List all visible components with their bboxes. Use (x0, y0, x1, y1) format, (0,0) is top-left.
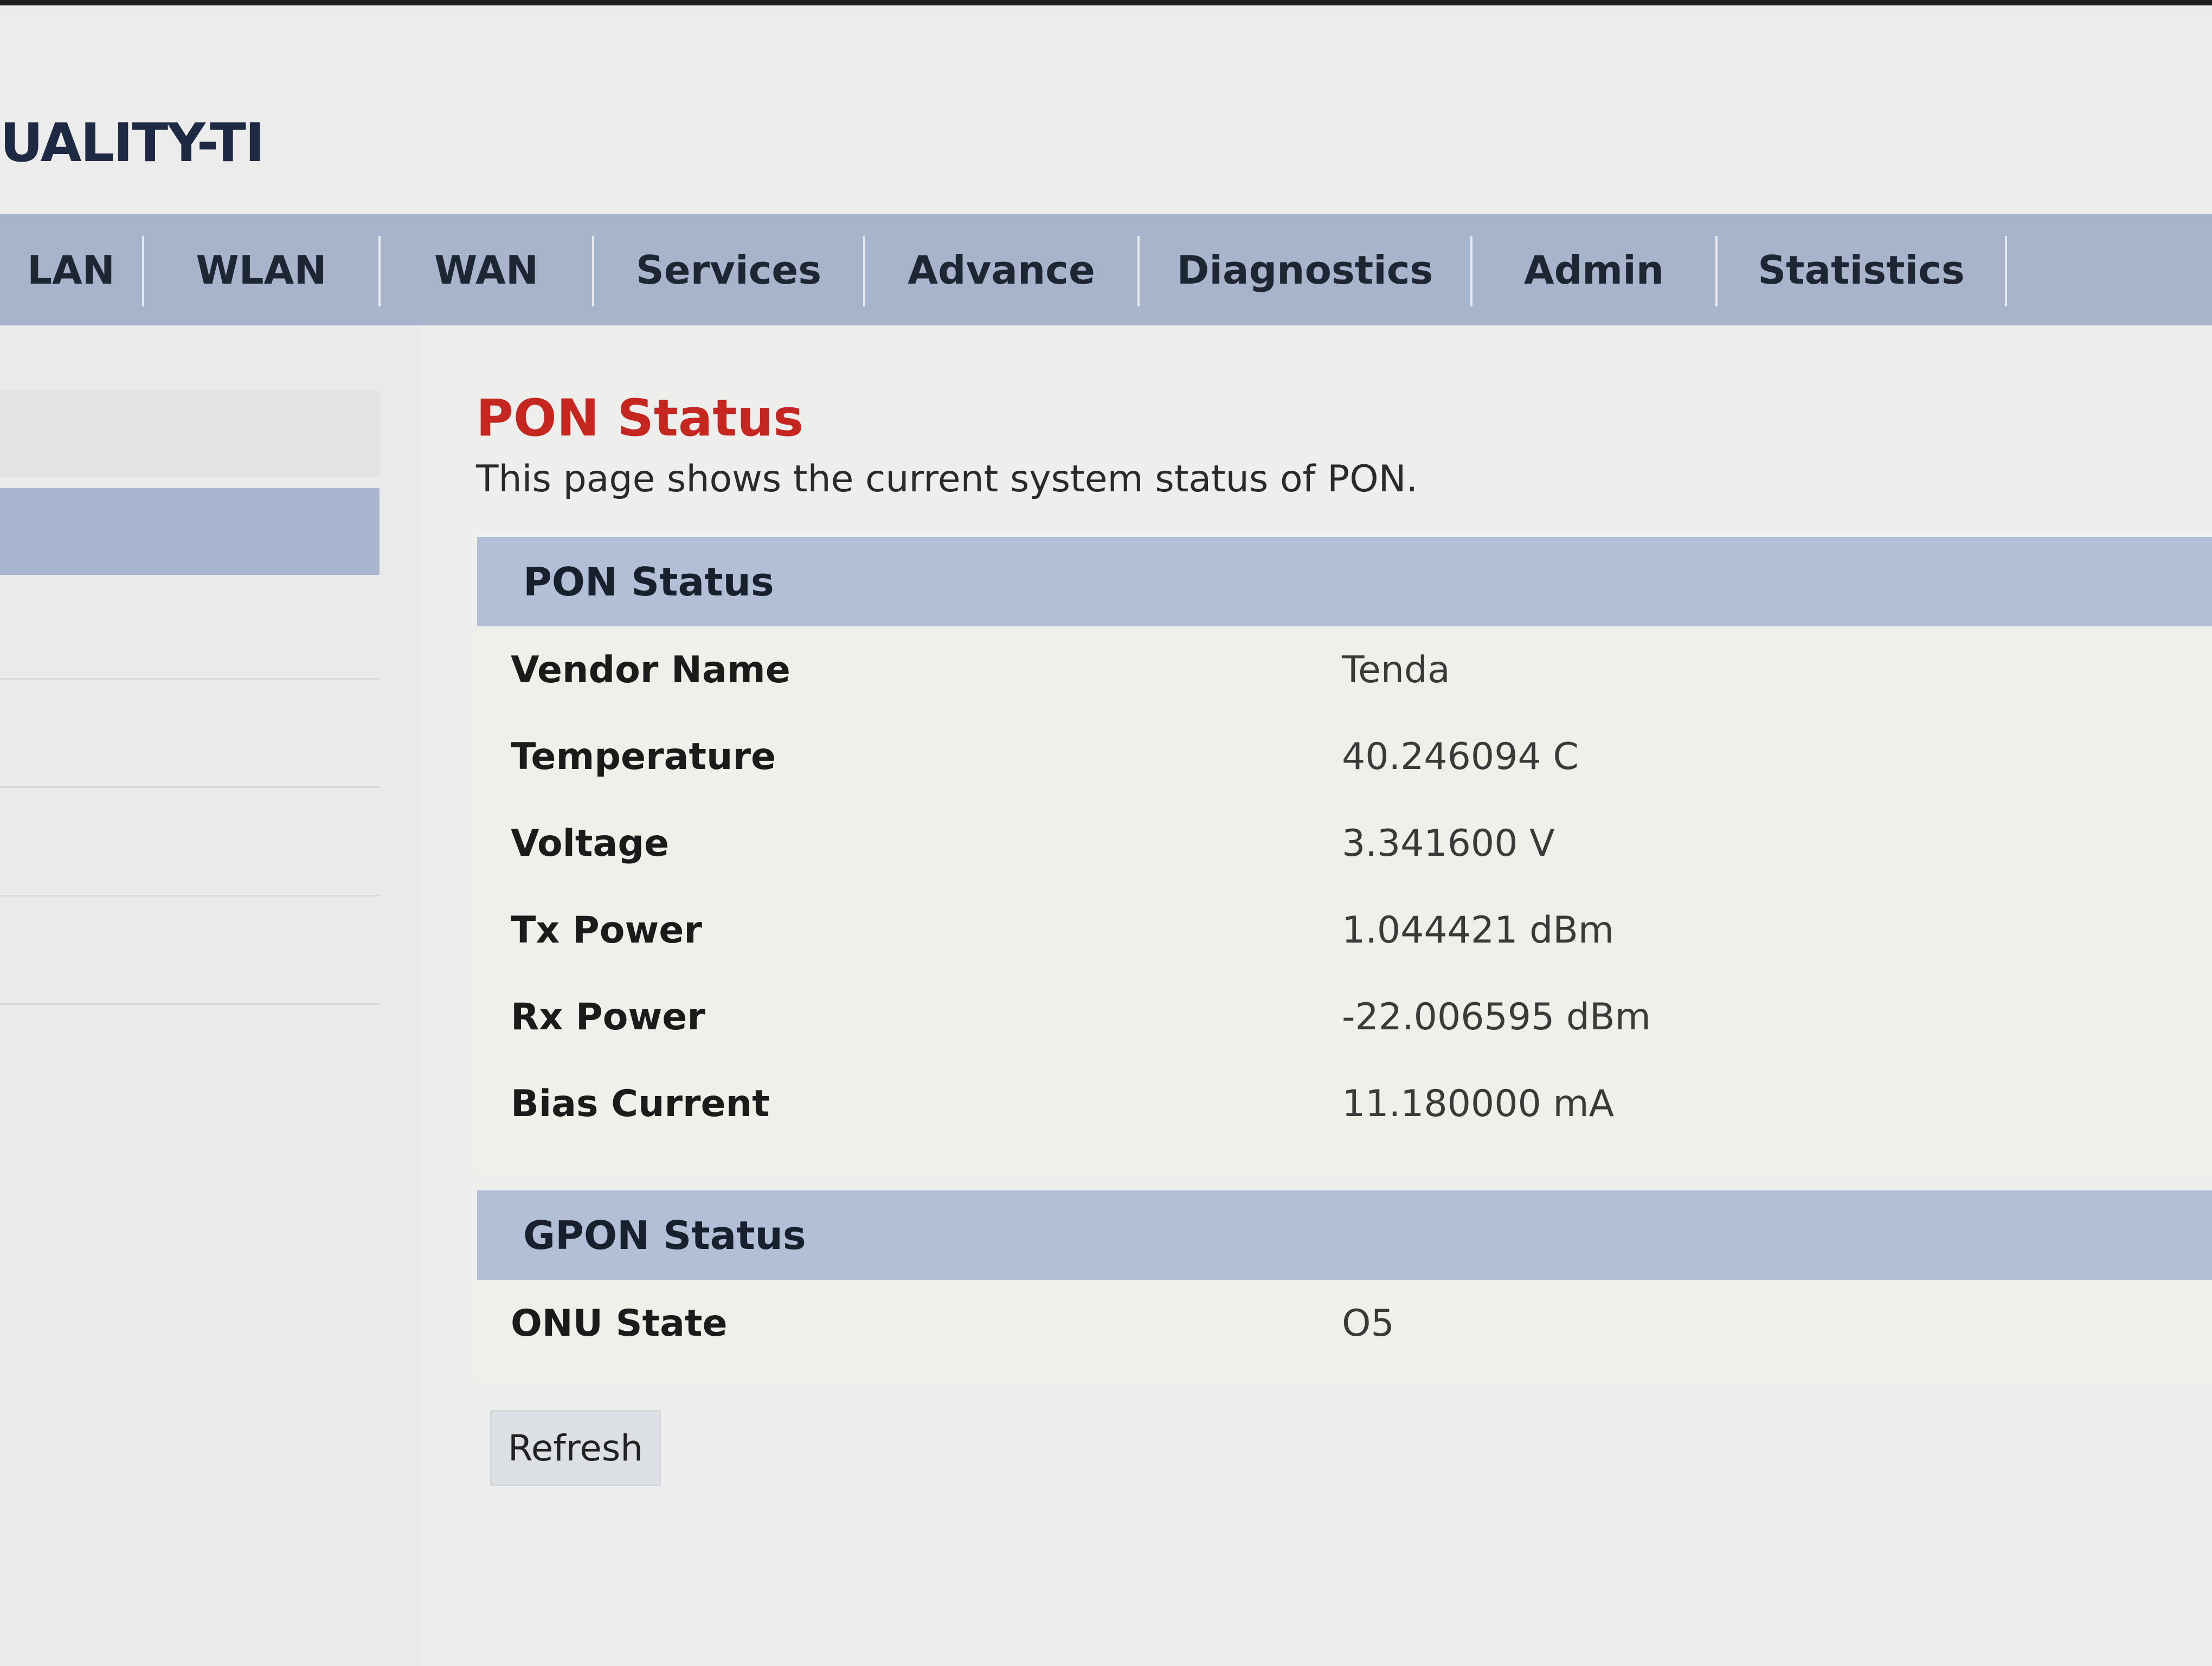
nav-item-statistics[interactable]: Statistics (1718, 214, 2005, 325)
nav-item-advance[interactable]: Advance (865, 214, 1137, 325)
pon-status-header: PON Status (477, 537, 2212, 626)
gpon-status-header: GPON Status (477, 1190, 2212, 1280)
table-row: Temperature 40.246094 C (477, 713, 2212, 800)
nav-item-lan[interactable]: LAN (0, 214, 142, 325)
side-menu-item[interactable] (0, 390, 380, 477)
table-row: Vendor Name Tenda (477, 626, 2212, 713)
row-label-bias-current: Bias Current (511, 1082, 770, 1125)
row-value-tx-power: 1.044421 dBm (1342, 908, 1615, 952)
nav-item-services[interactable]: Services (594, 214, 863, 325)
row-label-onu-state: ONU State (511, 1302, 728, 1345)
refresh-button[interactable]: Refresh (490, 1410, 661, 1486)
side-menu-divider (0, 678, 380, 680)
table-row: Bias Current 11.180000 mA (477, 1060, 2212, 1147)
side-menu-item-active[interactable] (0, 488, 380, 575)
row-label-temperature: Temperature (511, 735, 776, 778)
page-title: PON Status (476, 389, 804, 448)
row-value-bias-current: 11.180000 mA (1342, 1082, 1615, 1125)
table-row: ONU State O5 (477, 1280, 2212, 1367)
nav-item-wan[interactable]: WAN (381, 214, 592, 325)
nav-item-admin[interactable]: Admin (1472, 214, 1715, 325)
row-value-onu-state: O5 (1342, 1302, 1394, 1345)
brand-header: UALITY-TI (0, 5, 2212, 214)
row-value-vendor-name: Tenda (1342, 648, 1450, 691)
gpon-status-table: ONU State O5 (477, 1280, 2212, 1383)
side-menu-divider (0, 895, 380, 896)
nav-item-diagnostics[interactable]: Diagnostics (1140, 214, 1470, 325)
row-value-rx-power: -22.006595 dBm (1342, 995, 1651, 1039)
pon-status-table: Vendor Name Tenda Temperature 40.246094 … (477, 626, 2212, 1174)
row-label-tx-power: Tx Power (511, 908, 702, 952)
pon-status-header-label: PON Status (523, 559, 774, 605)
brand-title: UALITY-TI (0, 112, 265, 174)
page-description: This page shows the current system statu… (476, 458, 1418, 501)
nav-separator (2005, 236, 2007, 306)
side-menu-divider (0, 786, 380, 788)
side-menu-divider (0, 1003, 380, 1005)
row-value-voltage: 3.341600 V (1342, 822, 1555, 865)
top-edge (0, 0, 2212, 5)
row-value-temperature: 40.246094 C (1342, 735, 1579, 778)
gpon-status-header-label: GPON Status (523, 1212, 806, 1258)
row-label-vendor-name: Vendor Name (511, 648, 790, 691)
side-menu (0, 325, 423, 1666)
table-row: Rx Power -22.006595 dBm (477, 973, 2212, 1060)
nav-item-wlan[interactable]: WLAN (144, 214, 378, 325)
table-row: Voltage 3.341600 V (477, 800, 2212, 887)
main-navigation: LAN WLAN WAN Services Advance Diagnostic… (0, 214, 2212, 325)
table-row: Tx Power 1.044421 dBm (477, 887, 2212, 973)
row-label-voltage: Voltage (511, 822, 670, 865)
row-label-rx-power: Rx Power (511, 995, 705, 1039)
